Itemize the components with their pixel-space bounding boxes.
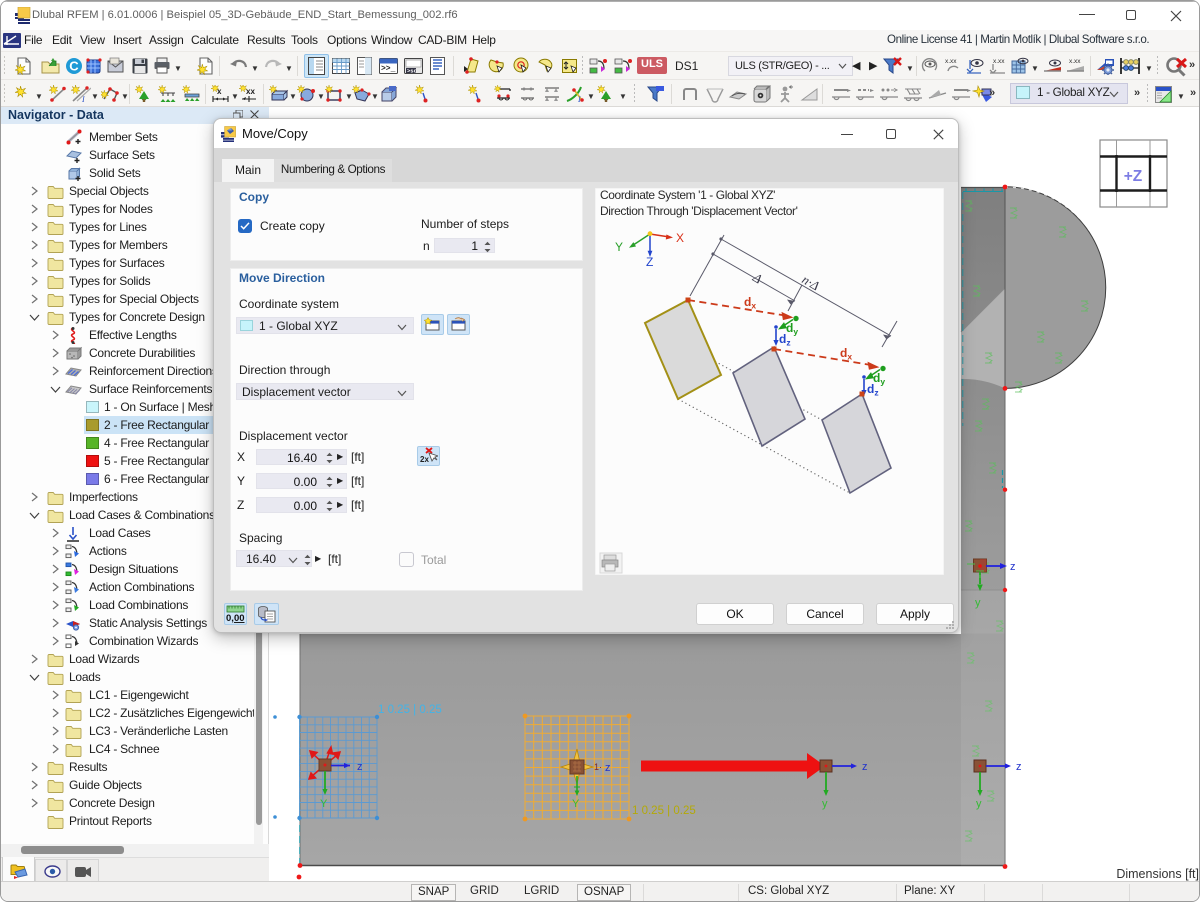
svg-text:>sc: >sc: [407, 68, 417, 75]
svg-text:y: y: [822, 798, 828, 810]
svg-text:I: I: [81, 95, 85, 103]
svg-text:y: y: [976, 798, 982, 810]
svg-text:0,00: 0,00: [226, 613, 245, 623]
svg-text:z: z: [357, 761, 363, 773]
svg-text:xx: xx: [246, 87, 255, 96]
svg-text:y: y: [975, 597, 981, 609]
svg-text:x.xx: x.xx: [945, 58, 957, 65]
svg-text:Direction Through 'Displacemen: Direction Through 'Displacement Vector': [600, 204, 798, 218]
svg-text:>>_: >>_: [381, 65, 396, 74]
svg-text:Y: Y: [615, 240, 623, 254]
svg-text:Z: Z: [646, 255, 653, 269]
svg-text:1 0.25 | 0.25: 1 0.25 | 0.25: [378, 704, 442, 716]
svg-text:z: z: [1010, 561, 1016, 573]
svg-text:x.xx: x.xx: [993, 58, 1005, 65]
svg-text:z: z: [605, 762, 611, 774]
svg-text:Coordinate System '1 - Global: Coordinate System '1 - Global XYZ': [600, 188, 775, 202]
svg-text:1·: 1·: [594, 762, 602, 772]
svg-text:Y: Y: [572, 798, 580, 810]
svg-text:z: z: [1016, 761, 1022, 773]
svg-text:z: z: [862, 761, 868, 773]
svg-text:C: C: [69, 59, 79, 74]
svg-text:Y: Y: [320, 798, 328, 810]
svg-text:X: X: [676, 231, 684, 245]
svg-text:1 0.25 | 0.25: 1 0.25 | 0.25: [632, 805, 696, 817]
svg-text:I: I: [577, 95, 581, 103]
svg-text:2x: 2x: [420, 455, 429, 464]
svg-text:+Z: +Z: [1124, 168, 1143, 185]
svg-text:x.xx: x.xx: [1069, 58, 1081, 65]
svg-text:Dimensions [ft]: Dimensions [ft]: [1116, 867, 1199, 881]
